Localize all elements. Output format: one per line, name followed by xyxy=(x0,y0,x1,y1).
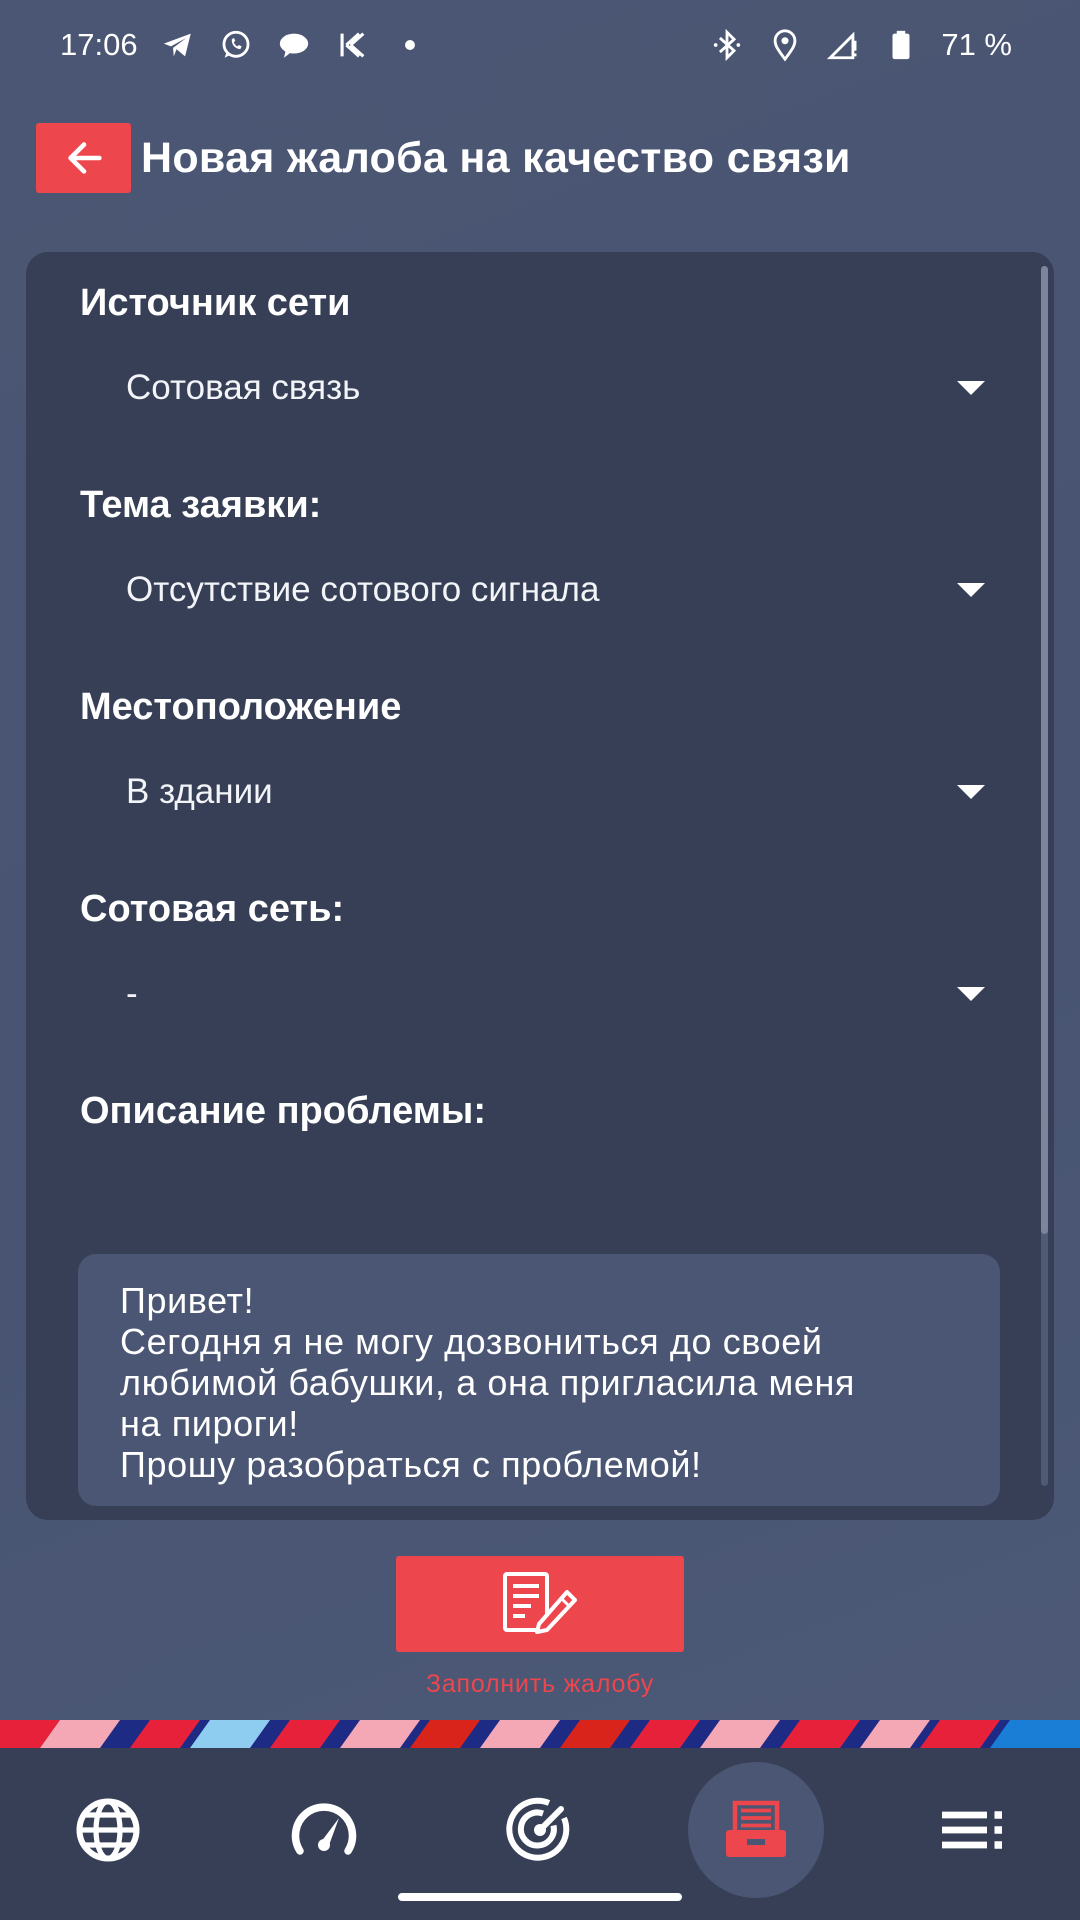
chat-bubble-icon xyxy=(276,27,312,63)
location-label: Местоположение xyxy=(80,686,402,728)
cellular-network-dropdown[interactable]: - xyxy=(80,956,1000,1032)
dot-icon xyxy=(392,27,428,63)
status-left: 17:06 xyxy=(60,27,428,63)
cellular-network-value: - xyxy=(126,974,138,1013)
scrollbar-thumb[interactable] xyxy=(1041,266,1048,1234)
page-title: Новая жалоба на качество связи xyxy=(141,133,851,182)
topic-dropdown[interactable]: Отсутствие сотового сигнала xyxy=(80,552,1000,628)
menu-list-icon xyxy=(942,1811,1002,1849)
whatsapp-icon xyxy=(218,27,254,63)
nav-menu[interactable] xyxy=(904,1762,1040,1898)
description-line: Прошу разобраться с проблемой! xyxy=(120,1444,702,1485)
network-source-label: Источник сети xyxy=(80,282,351,324)
caret-down-icon xyxy=(957,583,985,597)
globe-icon xyxy=(76,1798,140,1862)
status-bar: 17:06 71 % xyxy=(0,0,1080,90)
scrollbar[interactable] xyxy=(1041,266,1048,1486)
radar-icon xyxy=(506,1797,570,1861)
decorative-stripe xyxy=(0,1720,1080,1748)
submit-caption[interactable]: Заполнить жалобу xyxy=(0,1670,1080,1699)
description-line: Привет! xyxy=(120,1280,255,1321)
description-textarea[interactable]: Привет! Сегодня я не могу дозвониться до… xyxy=(78,1254,1000,1506)
description-line: любимой бабушки, а она пригласила меня xyxy=(120,1362,856,1403)
network-source-dropdown[interactable]: Сотовая связь xyxy=(80,350,1000,426)
location-value: В здании xyxy=(126,772,273,811)
speedometer-icon xyxy=(291,1803,357,1855)
battery-level: 71 % xyxy=(941,27,1012,62)
description-line: Сегодня я не могу дозвониться до своей xyxy=(120,1321,823,1362)
telegram-icon xyxy=(160,27,196,63)
description-label: Описание проблемы: xyxy=(80,1090,486,1132)
k-icon xyxy=(334,27,370,63)
arrow-left-icon xyxy=(67,142,102,174)
topic-label: Тема заявки: xyxy=(80,484,322,526)
nav-speedtest[interactable] xyxy=(256,1762,392,1898)
back-button[interactable] xyxy=(36,123,131,193)
cellular-network-label: Сотовая сеть: xyxy=(80,888,345,930)
bluetooth-icon xyxy=(709,27,745,63)
nav-radar[interactable] xyxy=(472,1762,608,1898)
location-dropdown[interactable]: В здании xyxy=(80,754,1000,830)
topic-value: Отсутствие сотового сигнала xyxy=(126,570,600,609)
caret-down-icon xyxy=(957,381,985,395)
home-indicator[interactable] xyxy=(398,1893,682,1901)
nav-globe[interactable] xyxy=(40,1762,176,1898)
caret-down-icon xyxy=(957,785,985,799)
status-time: 17:06 xyxy=(60,27,138,62)
caret-down-icon xyxy=(957,987,985,1001)
header: Новая жалоба на качество связи xyxy=(36,122,851,194)
nav-complaint[interactable] xyxy=(688,1762,824,1898)
complaint-box-icon xyxy=(726,1800,786,1857)
battery-icon xyxy=(883,27,919,63)
complaint-form-card: Источник сети Сотовая связь Тема заявки:… xyxy=(26,252,1054,1520)
signal-icon xyxy=(825,27,861,63)
submit-complaint-button[interactable] xyxy=(396,1556,684,1652)
form-edit-icon xyxy=(503,1572,577,1634)
network-source-value: Сотовая связь xyxy=(126,368,361,407)
description-line: на пироги! xyxy=(120,1403,299,1444)
status-right: 71 % xyxy=(709,27,1012,63)
location-icon xyxy=(767,27,803,63)
